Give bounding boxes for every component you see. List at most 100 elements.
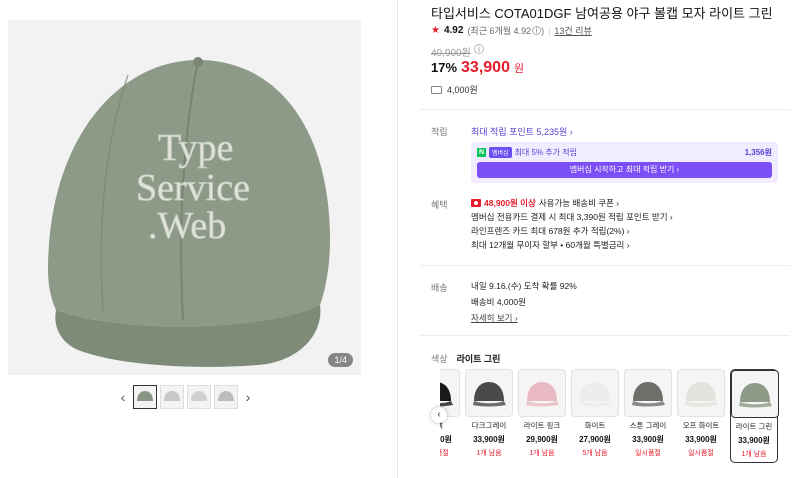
cap-thumb-icon bbox=[632, 382, 665, 407]
image-counter: 1/4 bbox=[328, 353, 353, 367]
color-option-stock: 일시품절 bbox=[635, 450, 661, 457]
membership-extra: N 멤버십 최대 5% 추가 적립 bbox=[477, 147, 577, 158]
color-option-stock: 5개 남음 bbox=[582, 450, 608, 457]
review-link[interactable]: 13건 리뷰 bbox=[554, 24, 591, 37]
delivery-detail-link[interactable]: 자세히 보기 › bbox=[471, 313, 518, 323]
currency-unit: 원 bbox=[513, 63, 525, 75]
color-option-name: 화이트 bbox=[584, 421, 606, 430]
color-option-stock: 1개 남음 bbox=[741, 451, 767, 458]
delivery-fee: 배송비 4,000원 bbox=[471, 297, 526, 307]
thumbnail-4[interactable] bbox=[214, 385, 238, 409]
color-option-name: 다크그레이 bbox=[471, 421, 507, 430]
color-option-image bbox=[465, 369, 513, 417]
max-points-link[interactable]: 최대 적립 포인트 5,235원 › bbox=[471, 125, 573, 138]
cap-thumb-icon bbox=[739, 383, 772, 408]
cap-text-line-1: Type bbox=[158, 127, 233, 169]
selected-color: 라이트 그린 bbox=[456, 354, 501, 364]
color-option[interactable]: 화이트 27,900원 5개 남음 bbox=[571, 369, 619, 463]
color-option-price: 33,900원 bbox=[440, 435, 452, 444]
color-swatch-strip: 블랙33,900원일시품절다크그레이33,900원1개 남음라이트 핑크29,9… bbox=[440, 369, 786, 465]
thumbnail-2[interactable] bbox=[160, 385, 184, 409]
membership-badge: 멤버십 bbox=[489, 147, 512, 158]
thumb-prev-arrow[interactable]: ‹ bbox=[116, 385, 130, 409]
main-product-image[interactable]: Type Service .Web 1/4 bbox=[8, 20, 361, 375]
thumb-next-arrow[interactable]: › bbox=[241, 385, 255, 409]
color-label-row: 색상 라이트 그린 bbox=[431, 352, 500, 365]
price-row: 17% 33,900 원 bbox=[431, 59, 524, 77]
color-option-price: 33,900원 bbox=[632, 435, 664, 444]
price-info-icon[interactable]: i bbox=[474, 44, 484, 54]
star-icon: ★ bbox=[431, 25, 440, 36]
cap-text-line-3: .Web bbox=[148, 205, 226, 247]
naver-n-icon: N bbox=[477, 148, 486, 157]
swatch-prev-button[interactable]: ‹ bbox=[431, 407, 447, 423]
rating-score: 4.92 bbox=[443, 25, 464, 36]
cap-thumb-icon bbox=[473, 382, 506, 407]
color-option-price: 29,900원 bbox=[526, 435, 558, 444]
original-price: 40,900원 bbox=[431, 48, 471, 59]
color-option-image bbox=[571, 369, 619, 417]
thumbnail-strip: ‹ › bbox=[116, 385, 255, 409]
cap-text-line-2: Service bbox=[136, 167, 250, 209]
extra-points-text: 최대 5% 추가 적립 bbox=[514, 148, 577, 157]
shipping-fee: 4,000원 bbox=[447, 85, 478, 95]
cap-illustration: Type Service .Web bbox=[48, 57, 330, 367]
color-option-stock: 일시품절 bbox=[440, 450, 449, 457]
vertical-divider bbox=[397, 0, 398, 478]
color-option-image bbox=[677, 369, 725, 417]
benefits-label: 혜택 bbox=[431, 200, 448, 210]
color-option[interactable]: 라이트 핑크 29,900원 1개 남음 bbox=[518, 369, 566, 463]
color-option[interactable]: 오프 화이트 33,900원일시품절 bbox=[677, 369, 725, 463]
sale-price: 33,900 bbox=[461, 59, 510, 76]
color-option-name: 라이트 그린 bbox=[735, 422, 773, 431]
info-icon[interactable]: i bbox=[532, 26, 542, 35]
benefits-list: 48,900원 이상 사용가능 배송비 쿠폰 › 멤버십 전용카드 결제 시 최… bbox=[471, 196, 673, 252]
product-title: 타입서비스 COTA01DGF 남여공용 야구 볼캡 모자 라이트 그린 bbox=[431, 6, 773, 21]
cap-thumb-icon bbox=[579, 382, 612, 407]
cap-thumb-icon bbox=[526, 382, 559, 407]
thumbnail-3[interactable] bbox=[187, 385, 211, 409]
color-option-name: 스톤 그레이 bbox=[629, 421, 667, 430]
color-option[interactable]: 라이트 그린 33,900원 1개 남음 bbox=[730, 369, 779, 463]
coupon-text: 사용가능 배송비 쿠폰 › bbox=[538, 198, 620, 208]
points-label: 적립 bbox=[431, 127, 448, 137]
benefit-item[interactable]: 최대 12개월 무이자 할부 • 60개월 특별금리 › bbox=[471, 238, 673, 252]
delivery-info: 내일 9.16.(수) 도착 확률 92% 배송비 4,000원 자세히 보기 … bbox=[471, 278, 577, 326]
benefit-coupon[interactable]: 48,900원 이상 사용가능 배송비 쿠폰 › bbox=[471, 196, 673, 210]
section-divider bbox=[420, 265, 790, 266]
coupon-icon bbox=[471, 199, 481, 207]
thumb-cap-icon bbox=[191, 391, 207, 401]
benefit-item[interactable]: 라인프렌즈 카드 최대 678원 추가 적립(2%) › bbox=[471, 224, 673, 238]
color-option-price: 33,900원 bbox=[473, 435, 505, 444]
truck-icon bbox=[431, 85, 442, 94]
benefit-item[interactable]: 멤버십 전용카드 결제 시 최대 3,390원 적립 포인트 받기 › bbox=[471, 210, 673, 224]
extra-points-amount: 1,356원 bbox=[744, 148, 772, 157]
thumb-cap-icon bbox=[164, 391, 180, 401]
color-option[interactable]: 다크그레이 33,900원 1개 남음 bbox=[465, 369, 513, 463]
thumb-cap-icon bbox=[218, 391, 234, 401]
color-option-image bbox=[518, 369, 566, 417]
cap-thumb-icon bbox=[685, 382, 718, 407]
color-option-image bbox=[731, 370, 779, 418]
color-option-stock: 1개 남음 bbox=[476, 450, 502, 457]
cap-thumb-icon bbox=[440, 382, 453, 407]
rating-meta: (최근 6개월 4.92 bbox=[467, 26, 532, 36]
thumb-cap-icon bbox=[137, 391, 153, 401]
section-divider bbox=[420, 109, 790, 110]
discount-rate: 17% bbox=[431, 60, 458, 75]
color-option[interactable]: 스톤 그레이 33,900원일시품절 bbox=[624, 369, 672, 463]
thumbnail-1[interactable] bbox=[133, 385, 157, 409]
membership-box: N 멤버십 최대 5% 추가 적립 1,356원 멤버십 시작하고 최대 적립 … bbox=[471, 142, 778, 183]
color-option-price: 33,900원 bbox=[738, 436, 770, 445]
color-option-name: 라이트 핑크 bbox=[523, 421, 561, 430]
color-option-price: 27,900원 bbox=[579, 435, 611, 444]
coupon-threshold: 48,900원 이상 bbox=[484, 198, 536, 208]
color-option-stock: 1개 남음 bbox=[529, 450, 555, 457]
color-option-stock: 일시품절 bbox=[688, 450, 714, 457]
rating-separator: | bbox=[548, 25, 551, 36]
membership-start-button[interactable]: 멤버십 시작하고 최대 적립 받기 › bbox=[477, 162, 772, 178]
color-label: 색상 bbox=[431, 354, 448, 364]
color-option-price: 33,900원 bbox=[685, 435, 717, 444]
delivery-label: 배송 bbox=[431, 283, 448, 293]
color-option-name: 오프 화이트 bbox=[682, 421, 720, 430]
